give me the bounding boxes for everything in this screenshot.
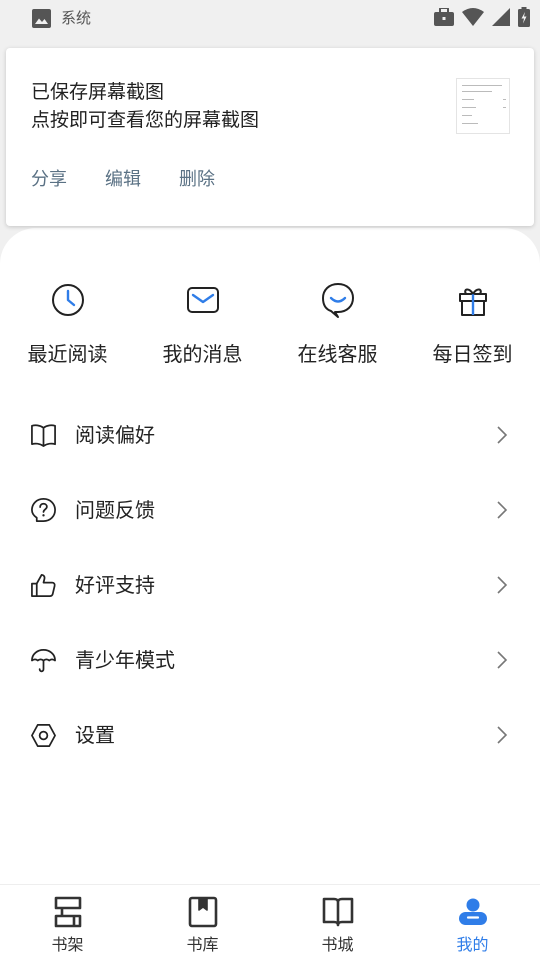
chat-smile-icon: [321, 283, 354, 318]
screenshot-notification[interactable]: 已保存屏幕截图 点按即可查看您的屏幕截图 分享 编辑 删除: [6, 48, 534, 226]
chevron-right-icon: [497, 651, 508, 669]
menu-item-teen-mode[interactable]: 青少年模式: [0, 623, 540, 698]
gift-icon: [458, 288, 487, 316]
menu-item-label: 阅读偏好: [75, 423, 155, 447]
notification-actions: 分享 编辑 删除: [31, 168, 215, 192]
thumbs-up-icon: [31, 574, 56, 597]
tab-label: 我的: [456, 935, 489, 954]
status-left: 系统: [32, 8, 91, 28]
tab-library[interactable]: 书库: [135, 885, 270, 960]
open-book-icon: [322, 897, 353, 927]
tab-label: 书城: [321, 935, 354, 954]
quick-action-online-service[interactable]: 在线客服: [270, 280, 405, 367]
tab-bookshelf[interactable]: 书架: [0, 885, 135, 960]
menu-item-label: 问题反馈: [75, 498, 155, 522]
wifi-icon: [462, 8, 484, 26]
chevron-right-icon: [497, 576, 508, 594]
tab-label: 书架: [51, 935, 84, 954]
hexagon-gear-icon: [31, 724, 56, 747]
delete-button[interactable]: 删除: [179, 168, 215, 192]
signal-icon: [492, 8, 510, 26]
settings-menu: 阅读偏好 问题反馈 好评支持 青少年模式 设置: [0, 398, 540, 773]
notification-title: 已保存屏幕截图: [31, 81, 165, 103]
menu-item-reading-preference[interactable]: 阅读偏好: [0, 398, 540, 473]
edit-button[interactable]: 编辑: [105, 168, 141, 192]
question-bubble-icon: [31, 498, 56, 522]
tab-bookstore[interactable]: 书城: [270, 885, 405, 960]
quick-action-label: 最近阅读: [27, 342, 108, 366]
menu-item-feedback[interactable]: 问题反馈: [0, 473, 540, 548]
bookmark-book-icon: [188, 896, 217, 928]
chevron-right-icon: [497, 426, 508, 444]
bookshelf-icon: [54, 896, 81, 928]
chevron-right-icon: [497, 726, 508, 744]
notification-text: 点按即可查看您的屏幕截图: [31, 109, 260, 131]
quick-actions: 最近阅读 我的消息 在线客服 每日签到: [0, 280, 540, 380]
profile-page: 最近阅读 我的消息 在线客服 每日签到 阅读偏好 问题反馈 好评支持 青少年模式…: [0, 228, 540, 884]
quick-action-label: 我的消息: [162, 342, 243, 366]
menu-item-label: 好评支持: [75, 573, 155, 597]
gallery-icon: [32, 8, 51, 28]
quick-action-label: 每日签到: [432, 342, 513, 366]
open-book-icon: [31, 424, 56, 447]
menu-item-label: 设置: [75, 723, 115, 747]
status-app-name: 系统: [61, 9, 92, 27]
bottom-nav: 书架 书库 书城 我的: [0, 884, 540, 960]
screenshot-thumbnail[interactable]: [456, 78, 510, 134]
share-button[interactable]: 分享: [31, 168, 67, 192]
person-icon: [458, 898, 487, 925]
umbrella-icon: [31, 649, 56, 673]
status-bar: 系统: [0, 0, 540, 36]
tab-mine[interactable]: 我的: [405, 885, 540, 960]
battery-icon: [518, 7, 530, 27]
quick-action-label: 在线客服: [297, 342, 378, 366]
menu-item-settings[interactable]: 设置: [0, 698, 540, 773]
envelope-icon: [186, 287, 219, 313]
briefcase-icon: [434, 8, 454, 26]
chevron-right-icon: [497, 501, 508, 519]
menu-item-rate-support[interactable]: 好评支持: [0, 548, 540, 623]
status-right: [434, 7, 530, 27]
quick-action-daily-checkin[interactable]: 每日签到: [405, 280, 540, 367]
clock-icon: [51, 284, 84, 316]
tab-label: 书库: [186, 935, 219, 954]
menu-item-label: 青少年模式: [75, 648, 175, 672]
quick-action-recent-reading[interactable]: 最近阅读: [0, 280, 135, 367]
quick-action-my-messages[interactable]: 我的消息: [135, 280, 270, 367]
